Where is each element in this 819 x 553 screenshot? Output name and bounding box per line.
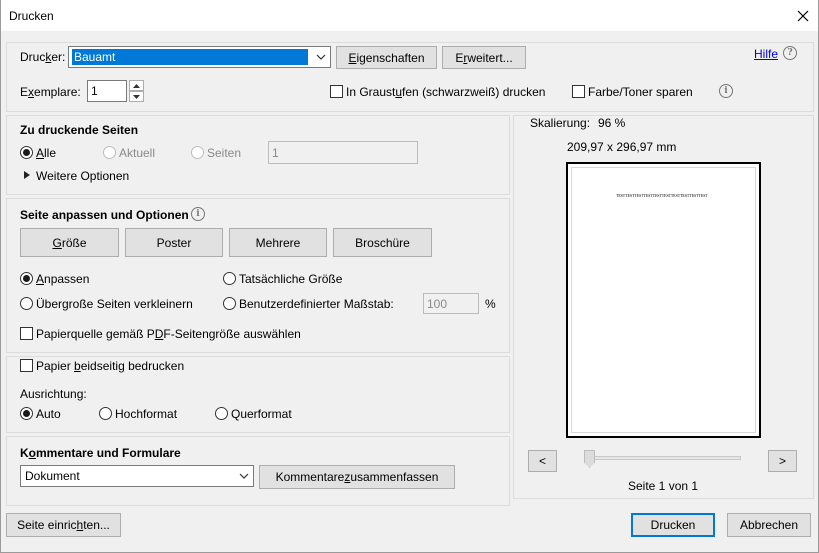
more-options-label[interactable]: Weitere Optionen	[36, 169, 129, 183]
summarize-comments-button[interactable]: Kommentare z usammenfassen	[259, 465, 455, 489]
booklet-button[interactable]: Broschüre	[333, 228, 432, 257]
printer-selected-value: Bauamt	[72, 49, 308, 65]
scaling-value: 96 %	[598, 116, 626, 130]
chevron-down-icon[interactable]	[235, 466, 253, 486]
orientation-auto-radio[interactable]	[20, 407, 33, 420]
custom-scale-label: Benutzerdefinierter Maßstab:	[239, 297, 394, 311]
orientation-auto-label: Auto	[36, 407, 61, 421]
orientation-portrait-radio[interactable]	[99, 407, 112, 420]
grayscale-label: In Graustufen (schwarzweiß) drucken	[346, 85, 546, 99]
multiple-button[interactable]: Mehrere	[229, 228, 327, 257]
save-toner-checkbox[interactable]	[572, 85, 585, 98]
fit-radio[interactable]	[20, 272, 33, 285]
page-slider-track[interactable]	[585, 456, 741, 460]
cancel-button[interactable]: Abbrechen	[727, 513, 811, 537]
custom-scale-radio[interactable]	[223, 297, 236, 310]
pages-range-input[interactable]: 1	[268, 141, 418, 164]
orientation-landscape-label: Querformat	[231, 407, 292, 421]
print-button[interactable]: Drucken	[631, 513, 715, 537]
duplex-checkbox[interactable]	[20, 359, 33, 372]
duplex-label: Papier beidseitig bedrucken	[36, 359, 185, 373]
copies-stepper[interactable]	[129, 80, 144, 102]
close-icon	[797, 10, 809, 22]
pages-all-label: Alle	[36, 146, 57, 160]
save-toner-label: Farbe/Toner sparen	[588, 85, 693, 99]
shrink-label: Übergroße Seiten verkleinern	[36, 297, 193, 311]
copies-label: Exemplare:	[20, 85, 81, 99]
close-button[interactable]	[787, 0, 819, 32]
comments-heading: Kommentare und Formulare	[20, 446, 181, 460]
scaling-label: Skalierung:	[530, 116, 591, 130]
prev-page-button[interactable]: <	[528, 450, 557, 472]
pages-range-radio[interactable]	[191, 146, 204, 159]
actual-size-radio[interactable]	[223, 272, 236, 285]
pages-current-radio[interactable]	[103, 146, 116, 159]
printer-label: Drucker:	[20, 50, 66, 64]
expand-triangle-icon[interactable]	[24, 171, 30, 179]
scale-input[interactable]: 100	[423, 293, 479, 314]
pages-range-label: Seiten	[207, 146, 242, 160]
copies-input[interactable]: 1	[87, 80, 127, 102]
pages-all-radio[interactable]	[20, 146, 33, 159]
page-preview: TESTTESTTESTTESTTESTTESTTESTTESTTESTTEST	[566, 162, 761, 438]
help-link[interactable]: Hilfe	[754, 47, 778, 61]
chevron-down-icon[interactable]	[312, 47, 330, 67]
comments-selected-value: Dokument	[25, 469, 80, 483]
page-dimensions: 209,97 x 296,97 mm	[567, 140, 677, 154]
size-button[interactable]: Größe	[20, 228, 119, 257]
poster-button[interactable]: Poster	[125, 228, 223, 257]
pages-current-label: Aktuell	[119, 146, 156, 160]
info-icon[interactable]: i	[719, 84, 733, 98]
comments-select[interactable]: Dokument	[20, 465, 254, 487]
shrink-radio[interactable]	[20, 297, 33, 310]
page-status: Seite 1 von 1	[628, 479, 699, 493]
next-page-button[interactable]: >	[768, 450, 797, 472]
orientation-label: Ausrichtung:	[20, 387, 87, 401]
stepper-up-icon[interactable]	[129, 80, 144, 91]
fit-label: Anpassen	[36, 272, 90, 286]
grayscale-checkbox[interactable]	[330, 85, 343, 98]
percent-label: %	[485, 297, 496, 311]
info-icon[interactable]: i	[191, 207, 205, 221]
title-bar: Drucken	[0, 0, 819, 32]
printer-select[interactable]: Bauamt	[68, 46, 331, 68]
stepper-down-icon[interactable]	[129, 91, 144, 102]
orientation-portrait-label: Hochformat	[115, 407, 178, 421]
page-setup-button[interactable]: Seite einric h ten...	[6, 513, 121, 537]
actual-size-label: Tatsächliche Größe	[239, 272, 343, 286]
paper-source-checkbox[interactable]	[20, 327, 33, 340]
pages-heading: Zu druckende Seiten	[20, 123, 139, 137]
paper-source-label: Papierquelle gemäß PDF-Seitengröße auswä…	[36, 327, 301, 341]
page-preview-text: TESTTESTTESTTESTTESTTESTTESTTESTTESTTEST	[616, 193, 708, 198]
properties-button[interactable]: Eigenschaften	[336, 46, 437, 69]
advanced-button[interactable]: Er weitert...	[442, 46, 526, 69]
window-title: Drucken	[9, 9, 54, 23]
fit-heading: Seite anpassen und Optionen	[20, 208, 189, 222]
help-question-icon[interactable]: ?	[783, 46, 797, 60]
orientation-landscape-radio[interactable]	[215, 407, 228, 420]
